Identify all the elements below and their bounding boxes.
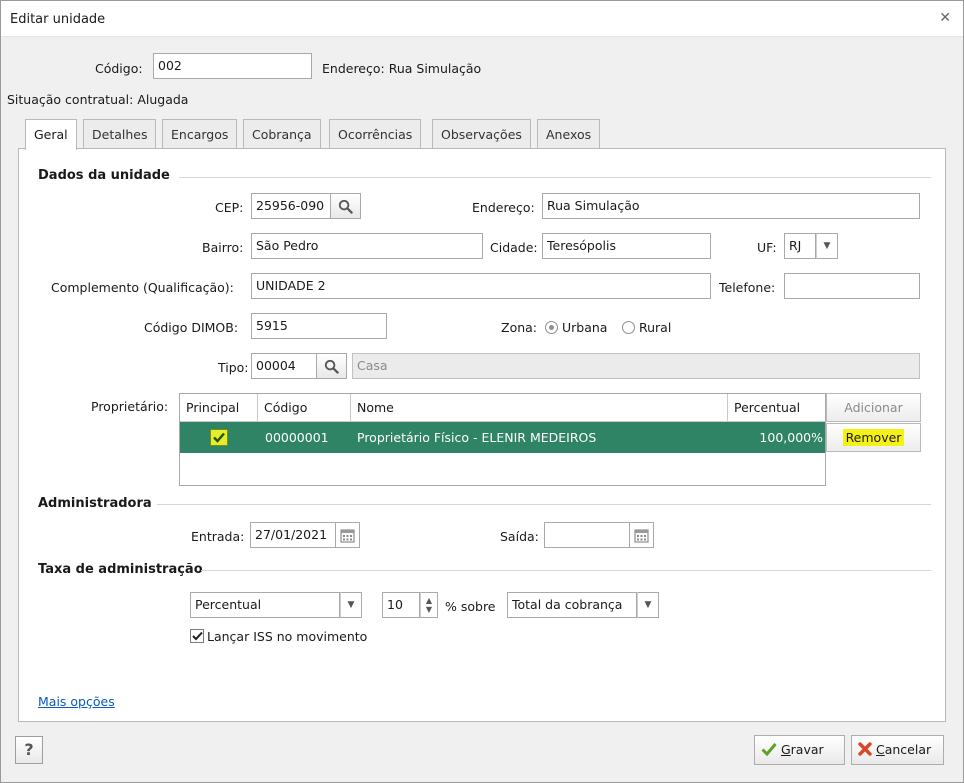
header-endereco: Endereço: Rua Simulação [322,61,482,76]
tab-ocorrencias[interactable]: Ocorrências [329,119,422,149]
cancelar-label: Cancelar [875,742,932,757]
taxa-valor-stepper[interactable]: ▲ ▼ [420,592,438,618]
cidade-label: Cidade: [490,240,538,255]
row-nome: Proprietário Físico - ELENIR MEDEIROS [357,430,597,445]
zona-urbana-label: Urbana [561,320,608,335]
entrada-date-field[interactable]: 27/01/2021 [250,522,336,548]
uf-label: UF: [757,240,777,255]
cidade-field[interactable]: Teresópolis [542,233,711,259]
zona-label: Zona: [501,320,538,335]
calendar-icon [634,529,649,542]
uf-select[interactable]: RJ [784,233,816,259]
lancar-iss-label[interactable]: Lançar ISS no movimento [207,629,367,644]
radio-empty-icon [622,321,635,334]
tab-observacoes[interactable]: Observações [432,119,531,149]
complemento-label: Complemento (Qualificação): [51,280,234,295]
section-taxa: Taxa de administração [38,562,203,577]
calendar-icon [340,529,355,542]
search-icon [324,359,339,374]
entrada-calendar-button[interactable] [336,522,360,548]
taxa-tipo-select[interactable]: Percentual [190,592,340,618]
endereco-field[interactable]: Rua Simulação [542,193,920,219]
entrada-label: Entrada: [191,529,245,544]
row-percentual: 100,000% [759,430,823,445]
tipo-code-field[interactable]: 00004 [251,353,317,379]
col-principal[interactable]: Principal [180,394,258,422]
saida-date-field[interactable] [544,522,630,548]
principal-checkbox[interactable] [210,429,228,446]
search-icon [338,199,353,214]
table-row[interactable]: 00000001 Proprietário Físico - ELENIR ME… [180,422,825,453]
grid-header: Principal Código Nome Percentual [180,394,825,422]
checkmark-icon [191,631,203,641]
col-codigo[interactable]: Código [258,394,351,422]
chevron-down-icon[interactable]: ▼ [340,592,362,618]
tipo-label: Tipo: [218,360,249,375]
situacao-contratual: Situação contratual: Alugada [7,92,189,107]
codigo-label: Código: [95,61,143,76]
sobre-label: % sobre [445,599,496,614]
cep-field[interactable]: 25956-090 [251,193,331,219]
dimob-field[interactable]: 5915 [251,313,387,339]
proprietarios-grid: Principal Código Nome Percentual 0000000… [179,393,826,486]
tab-geral[interactable]: Geral [25,119,77,150]
saida-calendar-button[interactable] [630,522,654,548]
chevron-down-icon[interactable]: ▼ [816,233,838,259]
mais-opcoes-link[interactable]: Mais opções [38,694,115,709]
col-nome[interactable]: Nome [351,394,728,422]
edit-unit-dialog: Editar unidade ✕ Código: 002 Endereço: R… [0,0,964,783]
help-button[interactable]: ? [15,736,43,764]
section-divider [179,177,931,178]
remover-button[interactable]: Remover [826,423,921,452]
spin-up-icon[interactable]: ▲ [426,596,432,605]
cep-search-button[interactable] [331,193,361,219]
row-codigo: 00000001 [265,430,329,445]
cancelar-button[interactable]: Cancelar [851,735,944,765]
tab-encargos[interactable]: Encargos [162,119,238,149]
zona-urbana-radio[interactable]: Urbana [545,320,607,335]
tab-anexos[interactable]: Anexos [537,119,601,149]
tab-detalhes[interactable]: Detalhes [83,119,157,149]
tipo-search-button[interactable] [317,353,347,379]
tab-cobranca[interactable]: Cobrança [243,119,321,149]
tipo-description-field: Casa [352,353,920,379]
taxa-valor-field[interactable]: 10 [382,592,420,618]
checkmark-icon [761,743,777,757]
window-title: Editar unidade [10,12,106,27]
adicionar-button[interactable]: Adicionar [826,393,921,422]
complemento-field[interactable]: UNIDADE 2 [251,273,711,299]
col-percentual[interactable]: Percentual [728,394,825,422]
close-icon[interactable]: ✕ [939,10,951,26]
gravar-label: Gravar [780,742,824,757]
proprietario-label: Proprietário: [91,399,169,414]
spin-down-icon[interactable]: ▼ [426,605,432,614]
help-icon: ? [24,740,34,759]
remover-button-label: Remover [842,429,905,446]
chevron-down-icon[interactable]: ▼ [637,592,659,618]
section-divider [157,504,931,505]
dimob-label: Código DIMOB: [144,320,239,335]
saida-label: Saída: [500,529,539,544]
gravar-button[interactable]: Gravar [754,735,845,765]
section-divider [201,570,931,571]
section-dados-unidade: Dados da unidade [38,168,170,183]
taxa-base-select[interactable]: Total da cobrança [507,592,637,618]
telefone-field[interactable] [784,273,920,299]
cancel-x-icon [858,742,872,756]
checkmark-icon [213,432,225,443]
zona-rural-radio[interactable]: Rural [622,320,671,335]
radio-selected-icon [545,321,558,334]
codigo-field[interactable]: 002 [153,53,312,79]
title-bar: Editar unidade ✕ [1,1,963,37]
section-administradora: Administradora [38,496,152,511]
cep-label: CEP: [215,200,244,215]
endereco-label: Endereço: [472,200,535,215]
zona-rural-label: Rural [638,320,672,335]
bairro-field[interactable]: São Pedro [251,233,483,259]
telefone-label: Telefone: [719,280,776,295]
lancar-iss-checkbox[interactable] [190,629,204,643]
bairro-label: Bairro: [202,240,244,255]
